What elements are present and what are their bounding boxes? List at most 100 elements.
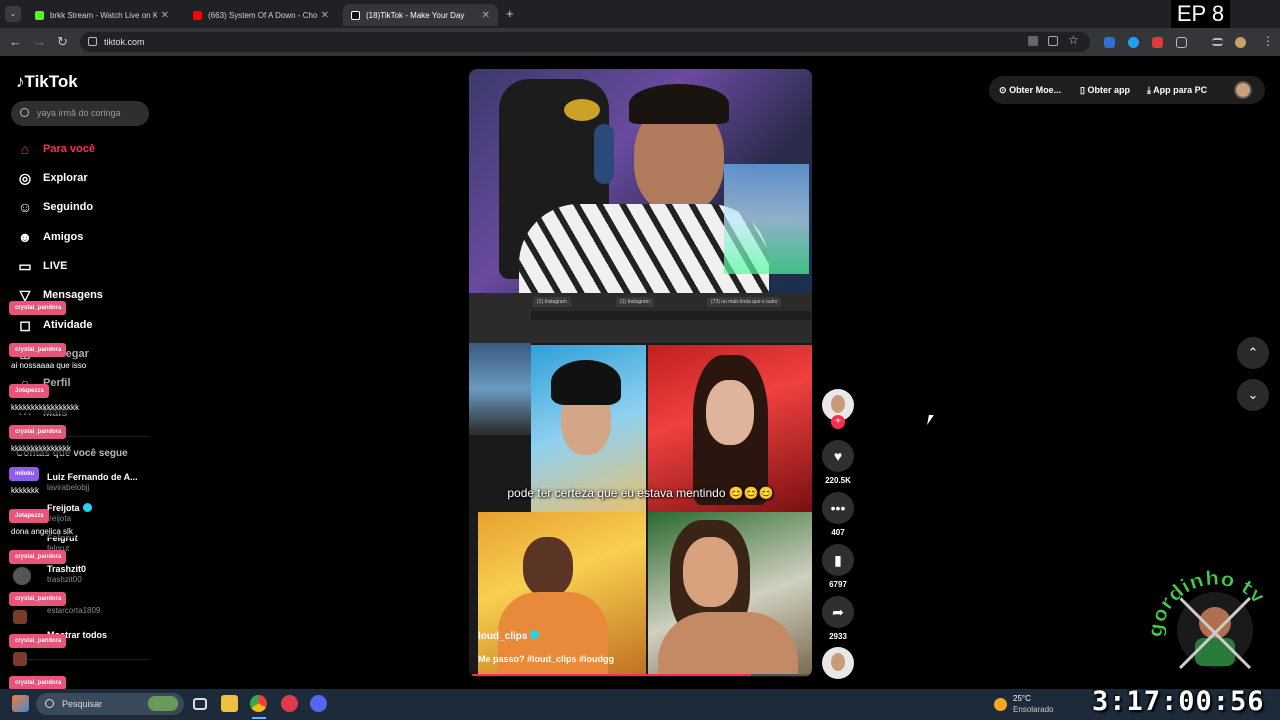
followed-account-handle: lavirabelobjj: [47, 483, 90, 492]
profile-avatar-icon[interactable]: [1235, 37, 1246, 48]
clip-cell-bottom-left: [478, 512, 646, 675]
followed-account-name[interactable]: Luiz Fernando de A...: [47, 472, 138, 482]
sidebar-divider: [12, 659, 150, 660]
person-face-shape: [523, 537, 573, 597]
forward-arrow-icon[interactable]: →: [33, 34, 46, 49]
get-app-button[interactable]: ▯ Obter app: [1080, 85, 1130, 96]
followed-account-name[interactable]: Freijota: [47, 503, 80, 513]
browser-tab-kick[interactable]: brkk Stream - Watch Live on Ki ✕: [27, 4, 177, 26]
file-explorer-icon[interactable]: [221, 695, 238, 712]
verified-badge-icon: [83, 503, 92, 512]
search-icon: [20, 108, 29, 117]
tiktok-note-icon: ♪: [16, 72, 25, 91]
video-progress-bar[interactable]: [472, 674, 812, 676]
phone-icon: ▯: [1080, 85, 1085, 95]
reload-icon[interactable]: ↻: [57, 34, 68, 50]
inner-url-bar: [531, 311, 811, 320]
follow-plus-icon[interactable]: +: [831, 415, 845, 429]
pc-rgb-glow-shape: [724, 164, 809, 274]
browser-address-bar: ← → ↻ tiktok.com ☆ ⋮: [0, 28, 1280, 56]
inner-browser-capture: (1) Instagram (1) Instagram (73) nu mais…: [469, 293, 812, 343]
comment-button[interactable]: •••: [822, 492, 854, 524]
previous-video-button[interactable]: ⌃: [1237, 337, 1269, 369]
video-player[interactable]: (1) Instagram (1) Instagram (73) nu mais…: [469, 69, 812, 677]
streamer-webcam-frame: [469, 69, 812, 299]
cast-icon[interactable]: [1048, 36, 1058, 46]
inner-browser-tab: (1) Instagram: [533, 297, 571, 307]
browser-tab-tiktok[interactable]: (18)TikTok - Make Your Day ✕: [343, 4, 498, 26]
pc-app-button[interactable]: ⤓ App para PC: [1147, 85, 1207, 96]
sidebar-item-live[interactable]: ▭ LIVE: [16, 256, 67, 276]
user-profile-avatar[interactable]: [1234, 81, 1252, 99]
tab-close-icon[interactable]: ✕: [161, 10, 169, 21]
tab-title: brkk Stream - Watch Live on Ki: [50, 10, 157, 20]
new-tab-plus-icon[interactable]: +: [506, 6, 514, 21]
tab-list-chevron-icon[interactable]: ⌄: [5, 6, 21, 22]
chat-username-badge: Jotapezzs: [9, 384, 49, 398]
sidebar-item-label: LIVE: [43, 260, 68, 272]
streamer-hair-shape: [629, 84, 729, 124]
reading-list-icon[interactable]: [1212, 38, 1223, 46]
get-coins-button[interactable]: ⊙ Obter Moe...: [999, 85, 1061, 96]
music-disc-avatar[interactable]: [822, 647, 854, 679]
webcam-lower-strip: [469, 343, 531, 435]
sidebar-item-label: Atividade: [43, 319, 93, 331]
episode-badge: EP 8: [1171, 0, 1230, 28]
chat-username-badge: crystal_pandora: [9, 550, 67, 564]
bookmark-star-icon[interactable]: ☆: [1068, 33, 1079, 47]
translate-icon[interactable]: [1028, 36, 1038, 46]
sidebar-item-explorar[interactable]: ◎ Explorar: [16, 168, 88, 188]
tab-title: (663) System Of A Down - Cho: [208, 10, 317, 20]
browser-tab-bar: ⌄ brkk Stream - Watch Live on Ki ✕ (663)…: [0, 0, 1280, 28]
sidebar-item-atividade[interactable]: ◻ Atividade: [16, 315, 93, 335]
share-arrow-icon: ➦: [832, 604, 844, 620]
windows-start-icon[interactable]: [12, 695, 29, 712]
sidebar-item-para-voce[interactable]: ⌂ Para você: [16, 139, 95, 159]
search-input[interactable]: yaya irmã do coringa: [11, 101, 149, 126]
sidebar-item-amigos[interactable]: ☻ Amigos: [16, 227, 84, 247]
like-button[interactable]: ♥: [822, 440, 854, 472]
logo-text: TikTok: [24, 72, 78, 91]
account-avatar[interactable]: [13, 610, 27, 624]
tiktok-logo[interactable]: ♪TikTok: [16, 72, 78, 92]
video-author-handle[interactable]: loud_clips: [478, 630, 540, 642]
save-button[interactable]: ▮: [822, 544, 854, 576]
extension-b-icon[interactable]: [1128, 37, 1139, 48]
next-video-button[interactable]: ⌄: [1237, 379, 1269, 411]
weather-condition: Ensolarado: [1013, 705, 1054, 714]
video-description: Me passo? #loud_clips #loudgg: [478, 654, 615, 664]
home-icon: ⌂: [20, 141, 30, 157]
tab-close-icon[interactable]: ✕: [482, 10, 490, 21]
like-count: 220.5K: [825, 476, 851, 485]
weather-sun-icon: [994, 698, 1007, 711]
discord-icon[interactable]: [310, 695, 327, 712]
share-button[interactable]: ➦: [822, 596, 854, 628]
bookmark-icon: ▮: [834, 552, 842, 568]
account-avatar[interactable]: [13, 567, 31, 585]
sidebar-item-seguindo[interactable]: ☺ Seguindo: [16, 197, 93, 217]
chat-username-badge: crystal_pandora: [9, 425, 67, 439]
chrome-icon[interactable]: [250, 695, 267, 712]
url-text: tiktok.com: [104, 37, 145, 47]
site-info-icon[interactable]: [88, 37, 97, 46]
chat-username-badge: crystal_pandora: [9, 301, 67, 315]
url-field[interactable]: tiktok.com ☆: [80, 32, 1090, 52]
chat-username-badge: crystal_pandora: [9, 592, 67, 606]
extension-c-icon[interactable]: [1152, 37, 1163, 48]
button-label: Obter app: [1087, 85, 1130, 95]
followed-account-handle: freijota: [47, 514, 72, 523]
activity-icon: ◻: [19, 317, 31, 333]
taskbar-search-input[interactable]: Pesquisar: [36, 693, 184, 715]
task-view-icon[interactable]: [193, 698, 207, 710]
browser-tab-youtube[interactable]: (663) System Of A Down - Cho ✕: [185, 4, 337, 26]
extensions-puzzle-icon[interactable]: [1176, 37, 1187, 48]
browser-menu-icon[interactable]: ⋮: [1262, 34, 1274, 48]
opera-icon[interactable]: [281, 695, 298, 712]
search-value: yaya irmã do coringa: [37, 108, 121, 118]
tab-close-icon[interactable]: ✕: [321, 10, 329, 21]
extension-a-icon[interactable]: [1104, 37, 1115, 48]
back-arrow-icon[interactable]: ←: [9, 34, 22, 49]
account-avatar[interactable]: [13, 652, 27, 666]
followed-account-name[interactable]: Trashzit0: [47, 564, 86, 574]
taskbar-search-placeholder: Pesquisar: [62, 699, 103, 709]
